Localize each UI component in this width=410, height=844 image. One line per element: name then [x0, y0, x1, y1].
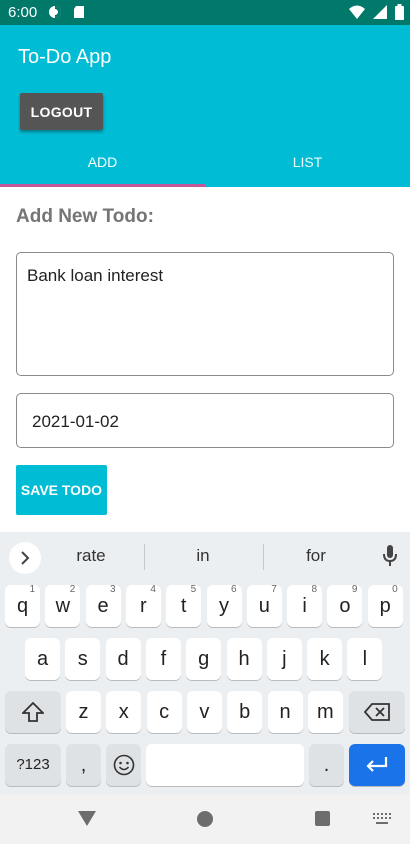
key-w[interactable]: 2w	[45, 584, 81, 627]
key-f[interactable]: f	[145, 638, 181, 680]
suggestion-strip: rate in for	[0, 532, 410, 580]
backspace-icon	[363, 703, 390, 721]
key-x[interactable]: x	[106, 691, 142, 733]
key-p[interactable]: 0p	[367, 584, 403, 627]
key-j[interactable]: j	[266, 638, 302, 680]
key-label: r	[140, 595, 147, 617]
key-l[interactable]: l	[347, 638, 383, 680]
wifi-icon	[349, 5, 365, 19]
key-label: y	[219, 595, 229, 617]
logout-button[interactable]: LOGOUT	[20, 93, 103, 130]
key-v[interactable]: v	[186, 691, 222, 733]
key-hint: 5	[190, 584, 197, 595]
key-t[interactable]: 5t	[166, 584, 202, 627]
emoji-key[interactable]	[106, 744, 141, 786]
home-icon[interactable]	[197, 811, 213, 827]
tab-list[interactable]: LIST	[205, 143, 410, 187]
app-title: To-Do App	[18, 46, 112, 68]
key-label: e	[97, 595, 109, 617]
form-heading: Add New Todo:	[16, 206, 154, 227]
key-z[interactable]: z	[66, 691, 101, 733]
suggestion-item[interactable]: in	[148, 546, 258, 566]
key-d[interactable]: d	[105, 638, 141, 680]
key-hint: 6	[230, 584, 237, 595]
keyboard-switch-icon[interactable]	[373, 813, 391, 825]
key-label: o	[339, 595, 351, 617]
symbols-key[interactable]: ?123	[5, 744, 61, 786]
todo-text-input[interactable]: Bank loan interest	[16, 252, 394, 376]
key-label: w	[55, 595, 71, 617]
key-hint: 7	[271, 584, 277, 595]
shift-key[interactable]	[5, 691, 61, 733]
key-g[interactable]: g	[186, 638, 222, 680]
key-s[interactable]: s	[65, 638, 101, 680]
suggestion-divider	[144, 544, 145, 570]
key-hint: 4	[150, 584, 156, 595]
key-n[interactable]: n	[267, 691, 303, 733]
key-label: t	[180, 595, 187, 617]
space-bar[interactable]	[146, 744, 304, 786]
enter-key[interactable]	[349, 744, 405, 786]
date-input[interactable]: 2021-01-02	[16, 393, 394, 448]
key-hint: 8	[311, 584, 318, 595]
key-a[interactable]: a	[25, 638, 60, 680]
key-q[interactable]: 1q	[5, 584, 40, 627]
keyboard: rate in for 1q2w3e4r5t6y7u8i9o0p asdfghj…	[0, 532, 410, 794]
key-c[interactable]: c	[146, 691, 182, 733]
key-e[interactable]: 3e	[85, 584, 121, 627]
status-bar: 6:00	[0, 0, 410, 25]
key-m[interactable]: m	[307, 691, 343, 733]
save-todo-button[interactable]: SAVE TODO	[16, 465, 107, 515]
signal-icon	[373, 5, 387, 19]
enter-icon	[366, 757, 388, 772]
key-hint: 9	[351, 584, 358, 595]
recents-icon[interactable]	[315, 811, 330, 826]
key-label: p	[379, 595, 391, 617]
comma-key[interactable]: ,	[66, 744, 101, 786]
tab-add[interactable]: ADD	[0, 143, 205, 187]
key-hint: 0	[392, 584, 398, 595]
key-r[interactable]: 4r	[125, 584, 161, 627]
backspace-key[interactable]	[349, 691, 405, 733]
sd-card-icon	[74, 6, 84, 18]
status-time: 6:00	[8, 4, 38, 21]
chevron-right-icon	[21, 551, 30, 565]
key-i[interactable]: 8i	[287, 584, 323, 627]
key-y[interactable]: 6y	[206, 584, 242, 627]
shift-icon	[20, 701, 46, 722]
back-icon[interactable]	[78, 811, 96, 826]
key-o[interactable]: 9o	[327, 584, 363, 627]
key-k[interactable]: k	[307, 638, 343, 680]
tab-indicator	[0, 184, 205, 187]
key-hint: 1	[29, 584, 35, 595]
key-label: i	[302, 595, 307, 617]
key-label: u	[258, 595, 270, 617]
key-b[interactable]: b	[227, 691, 263, 733]
period-key[interactable]: .	[309, 744, 344, 786]
key-label: q	[16, 595, 29, 617]
data-saver-icon	[49, 6, 61, 18]
microphone-icon[interactable]	[382, 544, 398, 568]
key-hint: 3	[110, 584, 116, 595]
suggestion-item[interactable]: for	[261, 546, 371, 566]
suggestion-item[interactable]: rate	[36, 546, 146, 566]
key-h[interactable]: h	[226, 638, 262, 680]
battery-icon	[395, 4, 404, 20]
key-hint: 2	[69, 584, 76, 595]
key-u[interactable]: 7u	[246, 584, 282, 627]
app-bar: To-Do App LOGOUT ADD LIST	[0, 25, 410, 187]
navigation-bar	[0, 794, 410, 844]
emoji-icon	[113, 754, 134, 776]
